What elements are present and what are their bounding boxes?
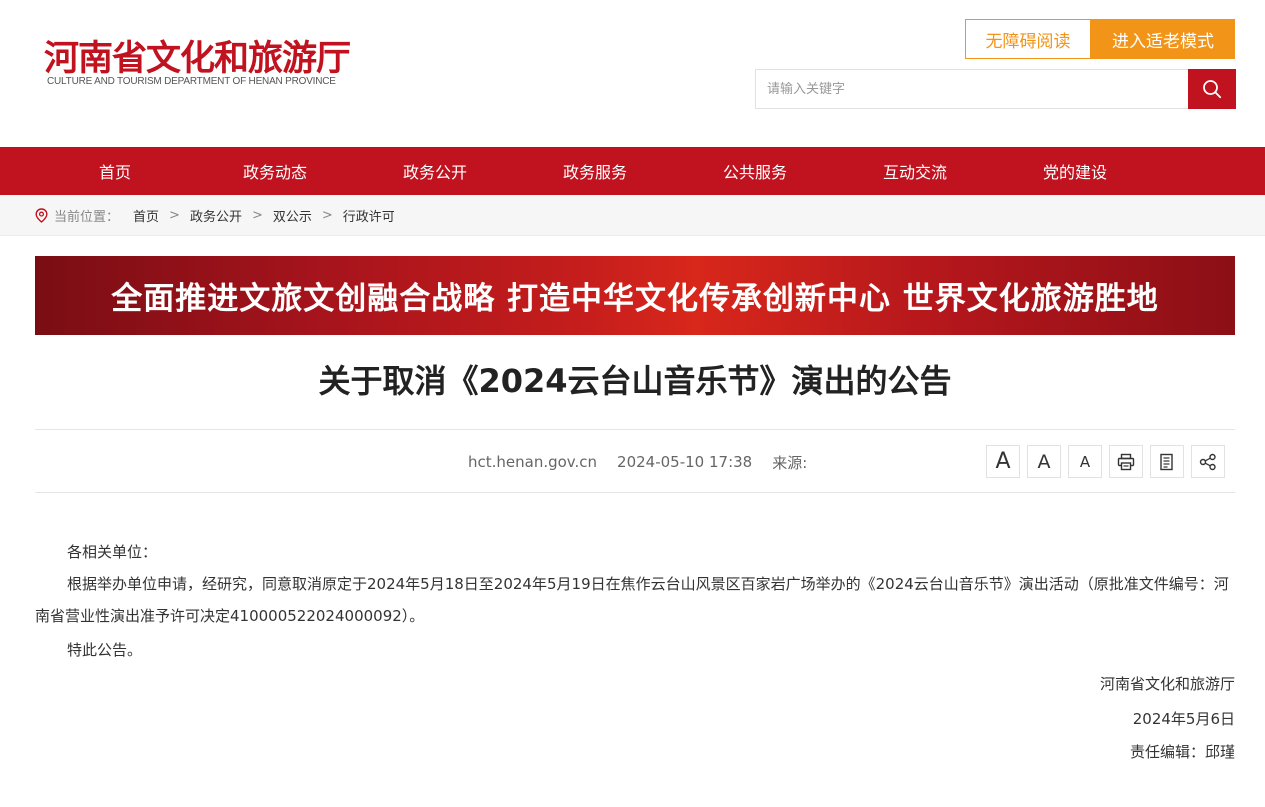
- nav-item-gov-disclosure[interactable]: 政务公开: [355, 147, 515, 195]
- elder-mode-button[interactable]: 进入适老模式: [1091, 19, 1235, 59]
- font-large-icon: A: [995, 449, 1011, 474]
- font-medium-button[interactable]: A: [1027, 445, 1061, 478]
- location-pin-icon: [35, 208, 48, 223]
- nav-item-interaction[interactable]: 互动交流: [835, 147, 995, 195]
- search-button[interactable]: [1188, 69, 1236, 109]
- nav-item-public-services[interactable]: 公共服务: [675, 147, 835, 195]
- breadcrumb-separator: >: [169, 208, 180, 223]
- search-input[interactable]: [755, 69, 1188, 109]
- divider: [35, 429, 1235, 430]
- slogan-banner: 全面推进文旅文创融合战略 打造中华文化传承创新中心 世界文化旅游胜地: [35, 256, 1235, 335]
- site-logo-title[interactable]: 河南省文化和旅游厅: [44, 30, 351, 81]
- issue-date: 2024年5月6日: [1132, 710, 1235, 728]
- accessible-reading-button[interactable]: 无障碍阅读: [965, 19, 1091, 59]
- breadcrumb-item-admin-license[interactable]: 行政许可: [343, 206, 395, 225]
- article-tools: A A A: [986, 445, 1225, 478]
- breadcrumb-item-double-publicity[interactable]: 双公示: [273, 206, 312, 225]
- article-meta: hct.henan.gov.cn 2024-05-10 17:38 来源:: [468, 452, 827, 472]
- article-title: 关于取消《2024云台山音乐节》演出的公告: [318, 362, 952, 400]
- breadcrumb-bar: 当前位置： 首页 > 政务公开 > 双公示 > 行政许可: [0, 195, 1265, 236]
- main-nav: 首页 政务动态 政务公开 政务服务 公共服务 互动交流 党的建设: [0, 147, 1265, 195]
- nav-item-home[interactable]: 首页: [35, 147, 195, 195]
- breadcrumb-label: 当前位置：: [54, 210, 120, 225]
- breadcrumb: 当前位置： 首页 > 政务公开 > 双公示 > 行政许可: [35, 195, 395, 236]
- document-icon: [1160, 453, 1173, 470]
- font-large-button[interactable]: A: [986, 445, 1020, 478]
- share-button[interactable]: [1191, 445, 1225, 478]
- print-icon: [1117, 453, 1135, 470]
- source-label: 来源:: [772, 453, 808, 472]
- share-icon: [1199, 453, 1216, 470]
- issuer: 河南省文化和旅游厅: [1099, 675, 1235, 693]
- salutation: 各相关单位：: [67, 543, 158, 561]
- search-icon: [1203, 80, 1222, 99]
- breadcrumb-separator: >: [321, 208, 333, 223]
- site-logo-subtitle: CULTURE AND TOURISM DEPARTMENT OF HENAN …: [47, 76, 336, 87]
- site-header: 河南省文化和旅游厅 CULTURE AND TOURISM DEPARTMENT…: [0, 0, 1265, 147]
- publish-datetime: 2024-05-10 17:38: [617, 453, 753, 471]
- nav-item-gov-services[interactable]: 政务服务: [515, 147, 675, 195]
- font-medium-icon: A: [1037, 450, 1051, 473]
- font-small-button[interactable]: A: [1068, 445, 1102, 478]
- print-button[interactable]: [1109, 445, 1143, 478]
- divider: [35, 492, 1235, 493]
- document-button[interactable]: [1150, 445, 1184, 478]
- mode-buttons: 无障碍阅读 进入适老模式: [965, 19, 1235, 59]
- slogan-text: 全面推进文旅文创融合战略 打造中华文化传承创新中心 世界文化旅游胜地: [111, 281, 1159, 317]
- font-small-icon: A: [1079, 452, 1091, 471]
- closing-line: 特此公告。: [67, 641, 143, 659]
- breadcrumb-separator: >: [251, 208, 263, 223]
- responsible-editor: 责任编辑：邱瑾: [1129, 743, 1235, 761]
- nav-item-gov-news[interactable]: 政务动态: [195, 147, 355, 195]
- article-body: 各相关单位： 根据举办单位申请，经研究，同意取消原定于2024年5月18日至20…: [35, 536, 1235, 768]
- body-paragraph: 根据举办单位申请，经研究，同意取消原定于2024年5月18日至2024年5月19…: [35, 575, 1229, 625]
- breadcrumb-item-home[interactable]: 首页: [133, 206, 159, 225]
- breadcrumb-item-gov-disclosure[interactable]: 政务公开: [190, 206, 242, 225]
- nav-item-party-building[interactable]: 党的建设: [995, 147, 1155, 195]
- source-site: hct.henan.gov.cn: [468, 453, 598, 471]
- search-bar: [755, 69, 1236, 109]
